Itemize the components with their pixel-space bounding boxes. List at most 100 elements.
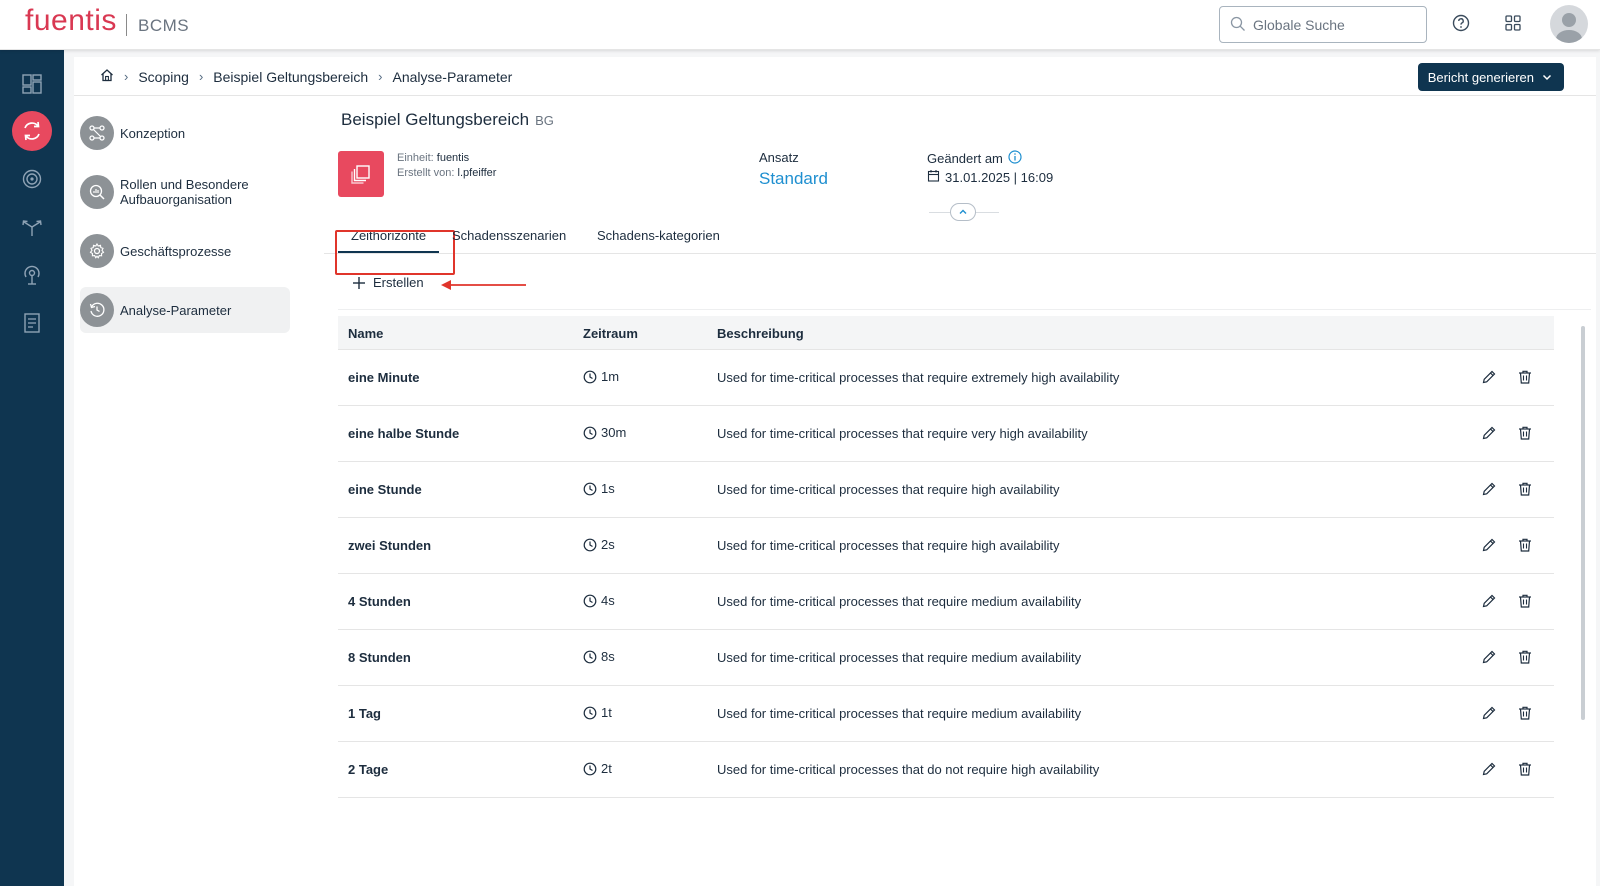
nav-dashboard[interactable] [12,64,52,104]
nav-reports[interactable] [12,303,52,343]
nav-strategy[interactable] [12,207,52,247]
breadcrumb-scoping[interactable]: Scoping [138,69,189,85]
table-scrollbar[interactable] [1581,326,1585,720]
ansatz-value[interactable]: Standard [759,169,828,189]
breadcrumb-bar: › Scoping › Beispiel Geltungsbereich › A… [74,57,1596,96]
main-panel: Beispiel Geltungsbereich BG Einheit: fuen… [324,96,1596,886]
edit-button[interactable] [1481,649,1497,668]
delete-button[interactable] [1517,537,1533,556]
trash-icon [1519,762,1531,776]
nav-alerting[interactable] [12,255,52,295]
subnav-item-rollen[interactable]: Rollen und Besondere Aufbauorganisation [80,169,290,215]
row-name: 1 Tag [348,706,381,721]
report-icon [24,313,40,333]
row-zeitraum-value: 1m [601,369,620,384]
tab-schadensszenarien[interactable]: Schadensszenarien [452,228,566,251]
breadcrumb: › Scoping › Beispiel Geltungsbereich › A… [100,68,512,85]
pencil-icon [1482,762,1496,776]
generate-report-label: Bericht generieren [1427,69,1534,85]
tab-bar: Zeithorizonte Schadensszenarien Schadens… [324,216,1596,275]
delete-button[interactable] [1517,425,1533,444]
user-avatar[interactable] [1550,5,1588,43]
split-arrows-icon [22,220,42,236]
einheit-label: Einheit: [397,152,434,164]
pencil-icon [1482,370,1496,384]
home-icon[interactable] [100,68,114,85]
subnav-item-geschaeftsprozesse[interactable]: Geschäftsprozesse [80,228,290,274]
chevron-up-icon [959,209,967,214]
row-name: zwei Stunden [348,538,432,553]
trash-icon [1519,706,1531,720]
delete-button[interactable] [1517,705,1533,724]
delete-button[interactable] [1517,649,1533,668]
global-search[interactable] [1219,6,1427,43]
table-row[interactable]: 1 Tag 1t Used for time-critical processe… [338,686,1554,742]
app-name: BCMS [138,16,190,35]
info-icon[interactable] [1008,150,1022,167]
row-name: 2 Tage [348,762,389,777]
breadcrumb-geltungsbereich[interactable]: Beispiel Geltungsbereich [213,69,368,85]
chevron-down-icon [1542,70,1552,85]
apps-button[interactable] [1498,10,1528,40]
create-button[interactable]: Erstellen [352,275,424,290]
edit-button[interactable] [1481,481,1497,500]
chevron-right-icon: › [124,69,129,84]
generate-report-button[interactable]: Bericht generieren [1417,63,1564,91]
row-beschreibung: Used for time-critical processes that re… [717,538,1060,553]
subnav-item-analyse-parameter[interactable]: Analyse-Parameter [80,287,290,333]
page-title: Beispiel Geltungsbereich BG [341,110,554,130]
clock-icon [583,370,597,383]
row-zeitraum: 1t [583,705,612,720]
row-zeitraum: 4s [583,593,615,608]
search-input[interactable] [1253,15,1418,35]
table-row[interactable]: eine Stunde 1s Used for time-critical pr… [338,462,1554,518]
edit-button[interactable] [1481,593,1497,612]
help-button[interactable] [1446,10,1476,40]
erstellt-value: l.pfeiffer [457,167,497,179]
column-header-zeitraum[interactable]: Zeitraum [583,326,638,341]
flow-icon [80,116,114,150]
tab-label: Schadens-kategorien [597,228,720,243]
delete-button[interactable] [1517,593,1533,612]
table-row[interactable]: 2 Tage 2t Used for time-critical process… [338,742,1554,798]
table-row[interactable]: 4 Stunden 4s Used for time-critical proc… [338,574,1554,630]
row-beschreibung: Used for time-critical processes that re… [717,706,1082,721]
trash-icon [1519,370,1531,384]
object-icon [338,151,384,197]
column-header-name[interactable]: Name [348,326,383,341]
tab-schadens-kategorien[interactable]: Schadens-kategorien [597,228,720,251]
column-header-beschreibung[interactable]: Beschreibung [717,326,804,341]
table-row[interactable]: eine halbe Stunde 30m Used for time-crit… [338,406,1554,462]
object-abbreviation: BG [535,113,554,128]
clock-icon [583,426,597,439]
row-beschreibung: Used for time-critical processes that re… [717,426,1088,441]
table-row[interactable]: eine Minute 1m Used for time-critical pr… [338,350,1554,406]
subnav-item-label: Rollen und Besondere Aufbauorganisation [120,177,249,207]
edit-button[interactable] [1481,705,1497,724]
create-label: Erstellen [373,275,424,290]
clock-icon [583,538,597,551]
edit-button[interactable] [1481,369,1497,388]
nav-analysis[interactable] [12,159,52,199]
tab-zeithorizonte[interactable]: Zeithorizonte [335,228,455,275]
edit-button[interactable] [1481,537,1497,556]
subnav-item-label: Analyse-Parameter [120,302,232,318]
delete-button[interactable] [1517,369,1533,388]
search-chart-icon [80,175,114,209]
trash-icon [1519,650,1531,664]
row-zeitraum-value: 1t [601,705,612,720]
logo[interactable]: fuentis [25,4,117,38]
edit-button[interactable] [1481,425,1497,444]
edit-button[interactable] [1481,761,1497,780]
gear-icon [80,234,114,268]
table-row[interactable]: zwei Stunden 2s Used for time-critical p… [338,518,1554,574]
nav-scoping[interactable] [12,111,52,151]
row-name: 8 Stunden [348,650,411,665]
delete-button[interactable] [1517,481,1533,500]
help-icon [1452,14,1470,37]
table-row[interactable]: 8 Stunden 8s Used for time-critical proc… [338,630,1554,686]
subnav-item-konzeption[interactable]: Konzeption [80,110,290,156]
main-navigation [0,50,64,886]
delete-button[interactable] [1517,761,1533,780]
row-beschreibung: Used for time-critical processes that re… [717,650,1082,665]
